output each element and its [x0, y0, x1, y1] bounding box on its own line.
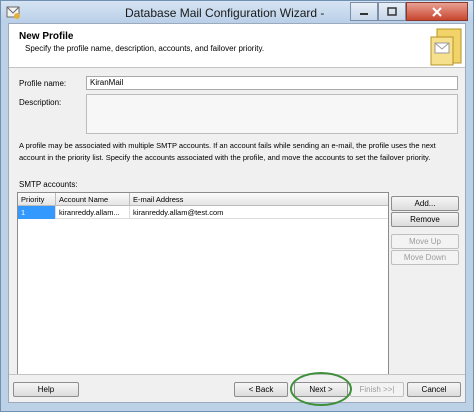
- close-button[interactable]: [406, 2, 468, 21]
- add-account-button[interactable]: Add...: [391, 196, 459, 211]
- smtp-accounts-grid[interactable]: Priority Account Name E-mail Address 1 k…: [17, 192, 389, 388]
- cell-email-address[interactable]: kiranreddy.allam@test.com: [130, 206, 388, 219]
- help-button[interactable]: Help: [13, 382, 79, 397]
- database-mail-app-icon: [6, 6, 20, 19]
- wizard-page: New Profile Specify the profile name, de…: [8, 23, 466, 403]
- mail-folder-icon: [430, 28, 462, 66]
- wizard-footer: Help < Back Next > Finish >>| Cancel: [9, 374, 465, 402]
- finish-button[interactable]: Finish >>|: [350, 382, 404, 397]
- column-header-priority[interactable]: Priority: [18, 193, 56, 206]
- profile-name-label: Profile name:: [19, 79, 67, 88]
- wizard-window: Database Mail Configuration Wizard - New…: [0, 0, 474, 412]
- move-up-button[interactable]: Move Up: [391, 234, 459, 249]
- description-textarea[interactable]: [86, 94, 458, 134]
- column-header-email-address[interactable]: E-mail Address: [130, 193, 388, 206]
- back-button[interactable]: < Back: [234, 382, 288, 397]
- cell-priority[interactable]: 1: [18, 206, 56, 219]
- maximize-icon: [387, 7, 397, 16]
- page-title: New Profile: [19, 31, 74, 42]
- minimize-button[interactable]: [350, 2, 378, 21]
- maximize-button[interactable]: [378, 2, 406, 21]
- failover-info-text: A profile may be associated with multipl…: [19, 141, 436, 162]
- smtp-accounts-label: SMTP accounts:: [19, 180, 78, 189]
- close-icon: [432, 6, 442, 17]
- column-header-account-name[interactable]: Account Name: [56, 193, 130, 206]
- cancel-button[interactable]: Cancel: [407, 382, 461, 397]
- page-subtitle: Specify the profile name, description, a…: [25, 44, 265, 53]
- window-title: Database Mail Configuration Wizard -: [125, 6, 325, 20]
- remove-account-button[interactable]: Remove: [391, 212, 459, 227]
- next-button-highlight-ring: [290, 372, 352, 406]
- cell-account-name[interactable]: kiranreddy.allam...: [56, 206, 130, 219]
- profile-name-input[interactable]: KiranMail: [86, 76, 458, 90]
- move-down-button[interactable]: Move Down: [391, 250, 459, 265]
- description-label: Description:: [19, 98, 62, 107]
- table-row[interactable]: 1 kiranreddy.allam... kiranreddy.allam@t…: [18, 206, 388, 219]
- page-header: New Profile Specify the profile name, de…: [9, 24, 465, 68]
- grid-header: Priority Account Name E-mail Address: [18, 193, 388, 206]
- minimize-icon: [360, 12, 368, 15]
- title-bar[interactable]: Database Mail Configuration Wizard -: [1, 1, 473, 23]
